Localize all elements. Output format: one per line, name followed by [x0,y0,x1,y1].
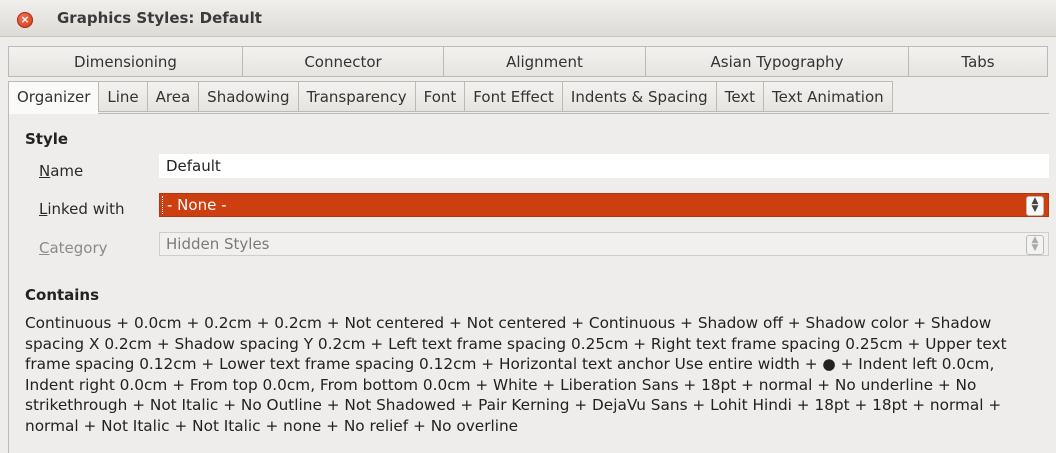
tab-row-bottom: Organizer Line Area Shadowing Transparen… [8,81,893,114]
linked-with-label-rest: inked with [47,200,125,218]
contains-heading: Contains [25,286,100,304]
organizer-panel: Style Name Default Linked with - None - … [8,113,1049,453]
tab-asian-typography[interactable]: Asian Typography [645,46,908,77]
spinner-icon: ▲ ▼ [1026,235,1044,255]
tab-indents-spacing[interactable]: Indents & Spacing [561,81,716,112]
tab-text[interactable]: Text [715,81,764,112]
style-heading: Style [25,130,69,148]
name-label: Name [39,162,84,180]
tab-tabs[interactable]: Tabs [908,46,1048,77]
tab-line[interactable]: Line [98,81,147,112]
window-title: Graphics Styles: Default [57,9,262,27]
name-field[interactable]: Default [159,154,1049,178]
close-icon[interactable]: × [17,12,33,28]
category-dropdown[interactable]: Hidden Styles ▲ ▼ [159,232,1049,256]
tab-text-animation[interactable]: Text Animation [763,81,893,112]
tab-dimensioning[interactable]: Dimensioning [8,46,242,77]
tab-transparency[interactable]: Transparency [297,81,415,112]
tab-connector[interactable]: Connector [242,46,443,77]
linked-with-dropdown[interactable]: - None - ▲ ▼ [159,193,1049,217]
tab-font[interactable]: Font [414,81,465,112]
name-label-rest: ame [50,162,84,180]
category-label-rest: ategory [49,239,108,257]
spinner-icon[interactable]: ▲ ▼ [1026,196,1044,216]
category-label: Category [39,239,108,257]
tab-alignment[interactable]: Alignment [443,46,645,77]
title-bar: × Graphics Styles: Default [0,0,1056,37]
tab-row-top: Dimensioning Connector Alignment Asian T… [8,46,1048,77]
tab-organizer[interactable]: Organizer [8,81,99,114]
contains-description: Continuous + 0.0cm + 0.2cm + 0.2cm + Not… [25,314,1007,435]
linked-with-value: - None - [162,196,227,214]
linked-with-label: Linked with [39,200,125,218]
tab-shadowing[interactable]: Shadowing [198,81,298,112]
category-value: Hidden Styles [166,235,270,253]
tab-area[interactable]: Area [146,81,199,112]
tab-font-effect[interactable]: Font Effect [464,81,562,112]
